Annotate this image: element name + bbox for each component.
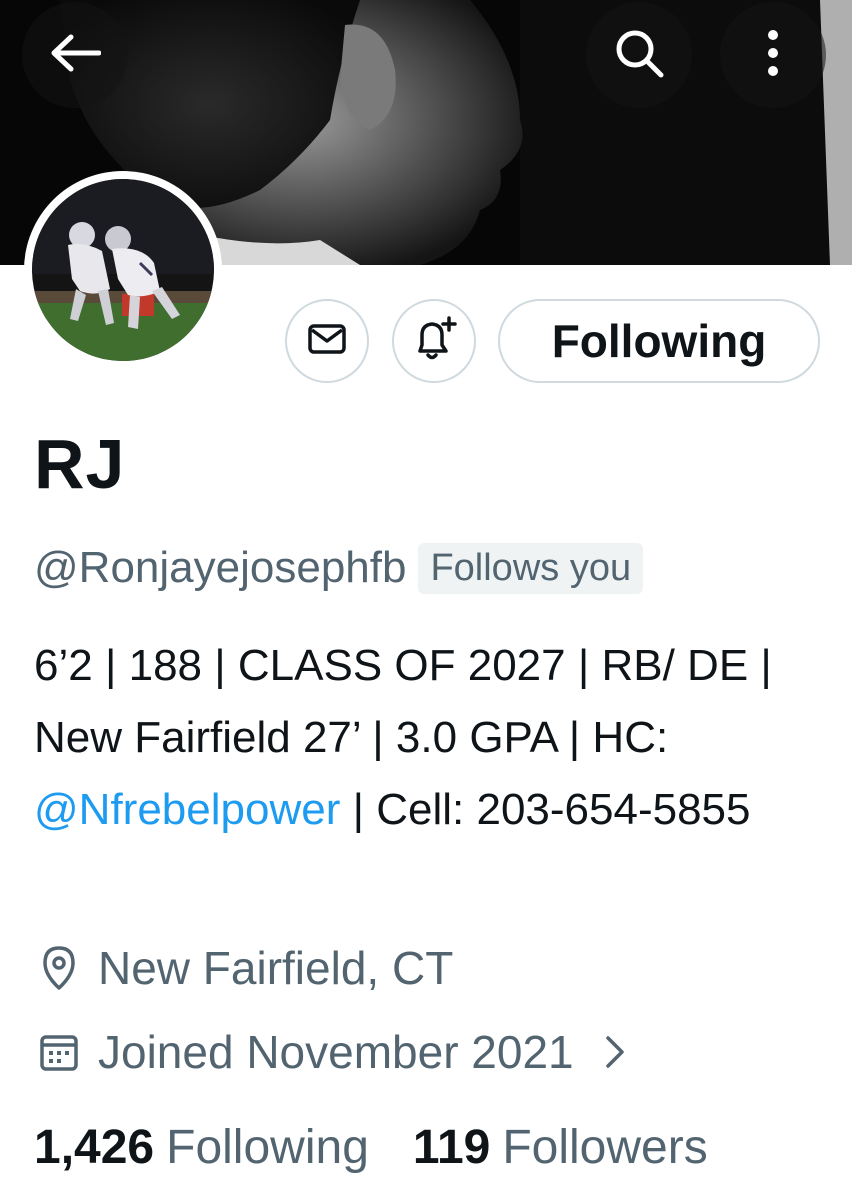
calendar-icon bbox=[34, 1022, 84, 1082]
message-button[interactable] bbox=[285, 299, 369, 383]
notifications-button[interactable] bbox=[392, 299, 476, 383]
more-options-button[interactable] bbox=[720, 2, 826, 108]
back-button[interactable] bbox=[22, 2, 128, 108]
following-count: 1,426 bbox=[34, 1121, 155, 1174]
envelope-icon bbox=[307, 323, 347, 360]
chevron-right-icon bbox=[604, 1034, 626, 1070]
follows-you-badge: Follows you bbox=[418, 542, 644, 594]
bio-mention-link[interactable]: @Nfrebelpower bbox=[34, 785, 340, 834]
username-handle: @Ronjayejosephfb bbox=[34, 543, 407, 592]
profile-bio: 6’2 | 188 | CLASS OF 2027 | RB/ DE | New… bbox=[34, 630, 824, 846]
follow-stats: 1,426 Following 119 Followers bbox=[34, 1120, 708, 1175]
followers-count: 119 bbox=[412, 1121, 491, 1174]
joined-text: Joined November 2021 bbox=[98, 1026, 574, 1078]
followers-stat[interactable]: 119 Followers bbox=[413, 1120, 708, 1175]
following-button[interactable]: Following bbox=[498, 299, 820, 383]
following-stat[interactable]: 1,426 Following bbox=[34, 1120, 369, 1175]
bell-plus-icon bbox=[410, 315, 458, 368]
following-label: Following bbox=[166, 1121, 369, 1174]
search-button[interactable] bbox=[586, 2, 692, 108]
display-name: RJ bbox=[34, 425, 126, 503]
arrow-left-icon bbox=[49, 33, 102, 78]
location-pin-icon bbox=[34, 938, 84, 998]
location-text: New Fairfield, CT bbox=[98, 942, 454, 994]
joined-row[interactable]: Joined November 2021 bbox=[34, 1022, 626, 1082]
handle-row: @Ronjayejosephfb Follows you bbox=[34, 540, 644, 596]
avatar-image bbox=[32, 179, 214, 361]
followers-label: Followers bbox=[502, 1121, 708, 1174]
location-row: New Fairfield, CT bbox=[34, 938, 453, 998]
search-icon bbox=[612, 26, 666, 85]
bio-text-part2: | Cell: 203-654-5855 bbox=[340, 785, 751, 834]
avatar[interactable] bbox=[24, 171, 222, 369]
bio-text-part1: 6’2 | 188 | CLASS OF 2027 | RB/ DE | New… bbox=[34, 641, 772, 762]
more-vertical-icon bbox=[765, 27, 781, 84]
